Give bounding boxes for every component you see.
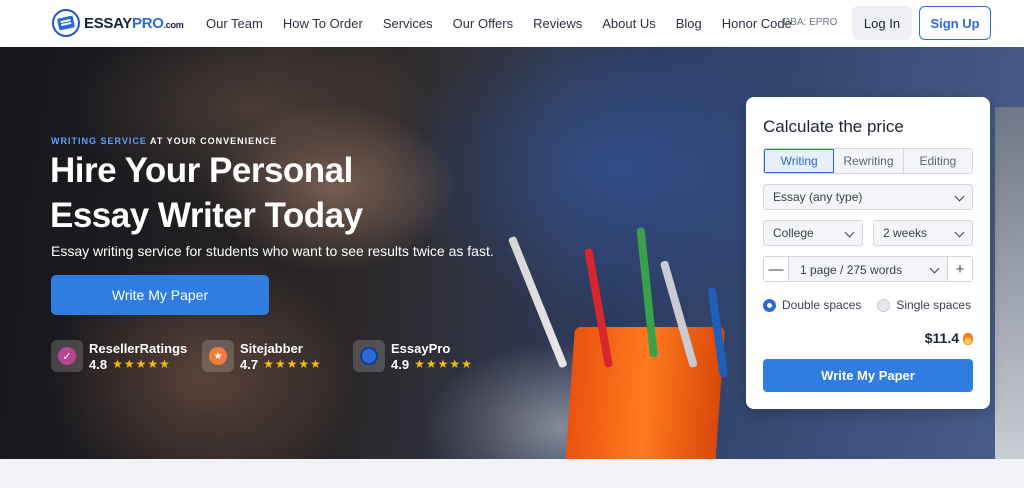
rating-score: 4.9	[391, 356, 410, 372]
chevron-down-icon	[954, 191, 965, 202]
price-display: $11.4	[925, 330, 973, 346]
nav-blog[interactable]: Blog	[676, 16, 702, 31]
hero-title: Hire Your Personal Essay Writer Today	[50, 151, 363, 235]
resellerratings-icon: ✓	[58, 347, 76, 365]
nav-our-team[interactable]: Our Team	[206, 16, 263, 31]
rating-resellerratings[interactable]: ✓ ResellerRatings 4.8 ★★★★★	[51, 340, 187, 372]
double-spaces-radio[interactable]	[763, 298, 776, 312]
dba-label: DBA: EPRO	[783, 17, 838, 28]
double-spaces-label[interactable]: Double spaces	[782, 298, 861, 312]
nav-services[interactable]: Services	[383, 16, 433, 31]
increase-pages-button[interactable]: +	[947, 257, 972, 281]
price-value: $11.4	[924, 330, 959, 346]
sitejabber-icon: ★	[209, 347, 227, 365]
chevron-down-icon[interactable]	[929, 263, 940, 274]
tab-rewriting[interactable]: Rewriting	[834, 149, 904, 173]
star-rating-icons: ★★★★★	[112, 357, 171, 371]
essaypro-logo-icon	[52, 9, 80, 37]
star-rating-icons: ★★★★★	[414, 357, 473, 371]
rating-sitejabber[interactable]: ★ Sitejabber 4.7 ★★★★★	[202, 340, 322, 372]
spacing-options: Double spaces Single spaces	[763, 298, 971, 312]
chevron-down-icon	[954, 227, 965, 238]
rating-score: 4.8	[89, 356, 108, 372]
rating-name: Sitejabber	[240, 340, 303, 356]
tab-writing[interactable]: Writing	[764, 149, 835, 173]
nav-our-offers[interactable]: Our Offers	[453, 16, 513, 31]
nav-honor-code[interactable]: Honor Code	[722, 16, 792, 31]
logo-text: ESSAYPRO.com	[84, 14, 184, 32]
rating-badge	[353, 340, 385, 372]
below-hero-section	[0, 459, 1024, 488]
single-spaces-label[interactable]: Single spaces	[896, 298, 971, 312]
paper-type-value: Essay (any type)	[773, 190, 863, 204]
rating-name: EssayPro	[391, 340, 451, 356]
deadline-select[interactable]: 2 weeks	[873, 220, 973, 246]
essaypro-icon	[360, 347, 378, 365]
rating-name: ResellerRatings	[89, 340, 188, 356]
service-tabs: Writing Rewriting Editing	[763, 148, 973, 174]
paper-type-select[interactable]: Essay (any type)	[763, 184, 973, 210]
hero-eyebrow: WRITING SERVICE AT YOUR CONVENIENCE	[51, 136, 278, 146]
nav-reviews[interactable]: Reviews	[533, 16, 582, 31]
rating-score: 4.7	[240, 356, 259, 372]
pages-value[interactable]: 1 page / 275 words	[800, 263, 902, 277]
academic-level-value: College	[773, 226, 814, 240]
nav-about-us[interactable]: About Us	[602, 16, 655, 31]
nav-how-to-order[interactable]: How To Order	[283, 16, 363, 31]
main-nav: Our Team How To Order Services Our Offer…	[206, 0, 812, 47]
login-button[interactable]: Log In	[852, 6, 912, 40]
hero-background-laptop	[995, 107, 1024, 459]
single-spaces-radio[interactable]	[877, 298, 891, 312]
star-rating-icons: ★★★★★	[263, 357, 322, 371]
signup-button[interactable]: Sign Up	[919, 6, 991, 40]
decrease-pages-button[interactable]: —	[764, 257, 789, 281]
pages-stepper: — 1 page / 275 words +	[763, 256, 973, 282]
tab-editing[interactable]: Editing	[903, 149, 972, 173]
logo[interactable]: ESSAYPRO.com	[52, 9, 184, 37]
calculator-title: Calculate the price	[763, 117, 904, 136]
academic-level-select[interactable]: College	[763, 220, 863, 246]
rating-essaypro[interactable]: EssayPro 4.9 ★★★★★	[353, 340, 473, 372]
site-header: ESSAYPRO.com Our Team How To Order Servi…	[0, 0, 1024, 47]
hero-write-my-paper-button[interactable]: Write My Paper	[51, 275, 269, 315]
price-calculator: Calculate the price Writing Rewriting Ed…	[746, 97, 990, 409]
hero-subtitle: Essay writing service for students who w…	[51, 243, 494, 259]
rating-badge: ✓	[51, 340, 83, 372]
calculator-write-my-paper-button[interactable]: Write My Paper	[763, 359, 973, 392]
fire-icon	[963, 331, 973, 345]
deadline-value: 2 weeks	[883, 226, 928, 240]
hero-background-cup	[565, 327, 725, 459]
rating-badge: ★	[202, 340, 234, 372]
chevron-down-icon	[844, 227, 855, 238]
